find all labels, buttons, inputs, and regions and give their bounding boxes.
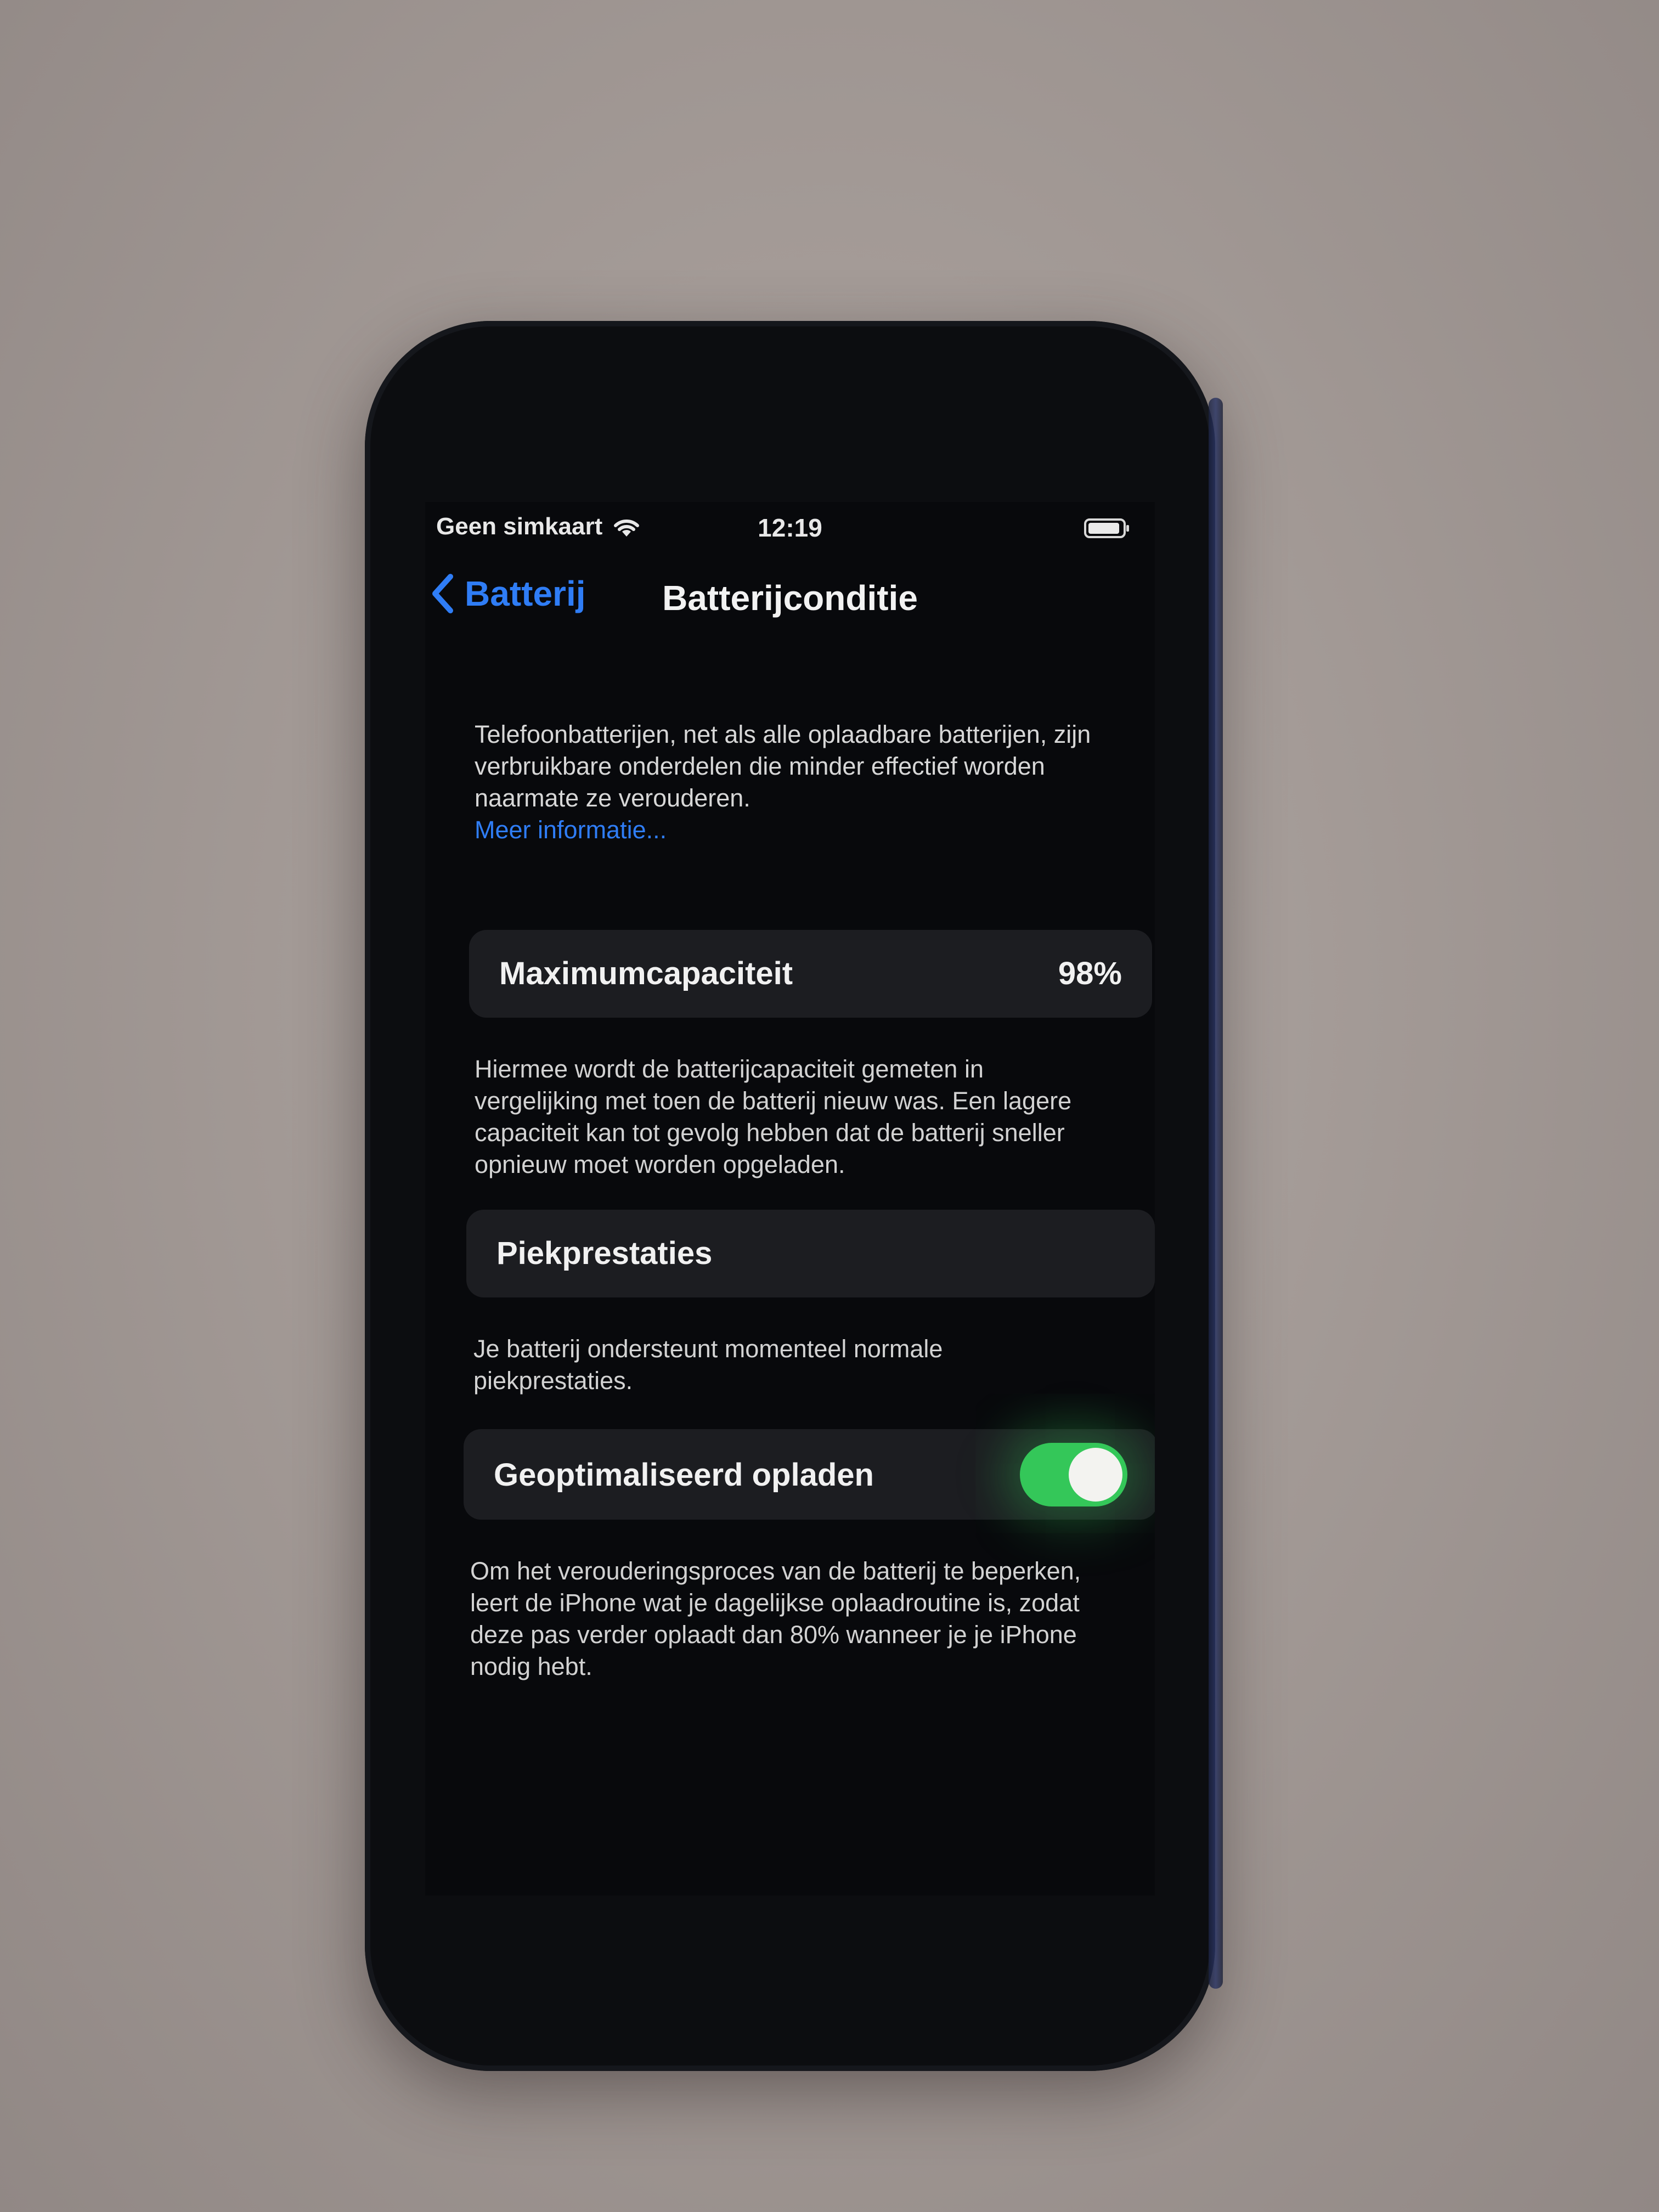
status-time: 12:19 bbox=[758, 514, 822, 542]
toggle-knob bbox=[1069, 1448, 1122, 1502]
peak-performance-footer: Je batterij ondersteunt momenteel normal… bbox=[473, 1335, 943, 1395]
peak-performance-label: Piekprestaties bbox=[496, 1235, 713, 1271]
peak-performance-cell: Piekprestaties bbox=[466, 1210, 1155, 1297]
optimized-charging-cell: Geoptimaliseerd opladen bbox=[464, 1429, 1155, 1520]
max-capacity-footer: Hiermee wordt de batterijcapaciteit geme… bbox=[475, 1055, 1072, 1178]
intro-section: Telefoonbatterijen, net als alle oplaadb… bbox=[475, 719, 1122, 846]
status-bar: Geen simkaart 12:19 bbox=[425, 502, 1155, 546]
battery-icon bbox=[1084, 518, 1129, 538]
more-info-link[interactable]: Meer informatie... bbox=[475, 814, 1122, 846]
iphone-device: Geen simkaart 12:19 Batterij Batterijcon… bbox=[365, 321, 1223, 2071]
optimized-charging-toggle[interactable] bbox=[1020, 1443, 1127, 1506]
phone-side-edge bbox=[1209, 398, 1223, 1989]
max-capacity-label: Maximumcapaciteit bbox=[499, 956, 793, 991]
navigation-bar: Batterij Batterijconditie bbox=[425, 557, 1155, 618]
page-title: Batterijconditie bbox=[662, 578, 918, 618]
optimized-charging-label: Geoptimaliseerd opladen bbox=[494, 1457, 874, 1493]
max-capacity-cell: Maximumcapaciteit 98% bbox=[469, 930, 1152, 1018]
intro-text: Telefoonbatterijen, net als alle oplaadb… bbox=[475, 720, 1091, 812]
battery-health-screen: Geen simkaart 12:19 Batterij Batterijcon… bbox=[425, 502, 1155, 1895]
max-capacity-value: 98% bbox=[1058, 956, 1122, 991]
optimized-charging-footer: Om het verouderingsproces van de batteri… bbox=[470, 1557, 1081, 1680]
